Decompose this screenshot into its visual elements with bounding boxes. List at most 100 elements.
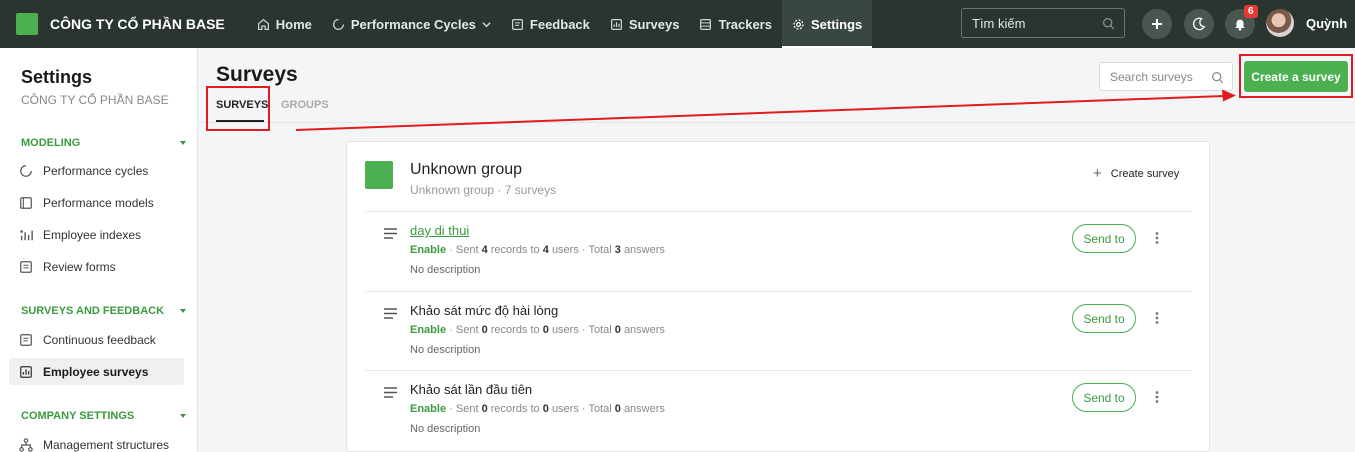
survey-sent-records: 4: [481, 244, 488, 256]
sidebar-section-company-settings[interactable]: COMPANY SETTINGS: [21, 410, 186, 422]
sidebar-item-performance-models[interactable]: Performance models: [9, 189, 184, 216]
caret-down-icon: [180, 309, 186, 313]
survey-sent-records: 0: [481, 324, 488, 336]
model-icon: [20, 196, 32, 209]
drag-handle-icon[interactable]: [384, 228, 397, 239]
settings-sidebar: Settings CÔNG TY CỔ PHẦN BASE MODELING P…: [0, 48, 198, 452]
cycle-icon: [332, 18, 345, 30]
search-surveys-placeholder: Search surveys: [1110, 69, 1193, 84]
user-name[interactable]: Quỳnh: [1306, 16, 1347, 31]
group-icon: [365, 161, 393, 189]
chart-icon: [610, 18, 622, 30]
sidebar-item-continuous-feedback[interactable]: Continuous feedback: [9, 326, 184, 353]
survey-row: Khảo sát mức độ hài lòng Enable · Sent 0…: [365, 291, 1192, 370]
more-options-icon[interactable]: [1155, 391, 1159, 403]
sidebar-section-modeling[interactable]: MODELING: [21, 137, 186, 149]
index-icon: [20, 229, 33, 240]
notification-badge: 6: [1244, 5, 1258, 18]
annotation-highlight-create-button: [1239, 54, 1353, 98]
plus-icon: +: [1093, 165, 1102, 182]
form-icon: [20, 260, 32, 273]
company-logo[interactable]: [16, 13, 38, 35]
nav-trackers-label: Trackers: [718, 16, 772, 32]
sidebar-item-label: Management structures: [43, 437, 170, 452]
nav-performance-cycles[interactable]: Performance Cycles: [322, 0, 501, 48]
search-icon: [1212, 72, 1224, 84]
chart-icon: [20, 365, 32, 378]
more-options-icon[interactable]: [1155, 312, 1159, 324]
sidebar-item-employee-indexes[interactable]: Employee indexes: [9, 221, 184, 248]
sidebar-item-label: Employee surveys: [43, 364, 149, 379]
sidebar-section-surveys-feedback[interactable]: SURVEYS AND FEEDBACK: [21, 305, 186, 317]
group-meta: Unknown group · 7 surveys: [410, 183, 557, 197]
sidebar-section-label: COMPANY SETTINGS: [21, 410, 135, 422]
sidebar-title: Settings: [21, 67, 93, 87]
survey-meta: Enable · Sent 0 records to 0 users · Tot…: [410, 324, 665, 336]
feedback-icon: [511, 18, 523, 30]
add-button[interactable]: [1142, 9, 1172, 39]
survey-users-count: 4: [542, 244, 549, 256]
caret-down-icon: [180, 141, 186, 145]
send-to-button[interactable]: Send to: [1072, 224, 1136, 253]
sidebar-item-performance-cycles[interactable]: Performance cycles: [9, 157, 184, 184]
drag-handle-icon[interactable]: [384, 387, 397, 398]
send-to-button[interactable]: Send to: [1072, 304, 1136, 333]
annotation-highlight-tab: [206, 86, 270, 131]
sidebar-item-review-forms[interactable]: Review forms: [9, 253, 184, 280]
cycle-icon: [20, 164, 33, 177]
nav-feedback[interactable]: Feedback: [501, 0, 600, 48]
survey-group-card: Unknown group Unknown group · 7 surveys …: [346, 141, 1210, 452]
survey-answers-count: 3: [614, 244, 621, 256]
avatar[interactable]: [1266, 9, 1294, 37]
nav-surveys-label: Surveys: [628, 16, 680, 32]
sidebar-item-label: Review forms: [43, 259, 116, 274]
nav-performance-cycles-label: Performance Cycles: [350, 16, 476, 32]
survey-answers-count: 0: [614, 403, 621, 415]
sidebar-item-label: Performance models: [43, 195, 154, 210]
dark-mode-toggle[interactable]: [1184, 9, 1214, 39]
global-search-input[interactable]: Tìm kiếm: [961, 8, 1125, 38]
survey-description: No description: [410, 264, 481, 276]
survey-status: Enable: [410, 403, 447, 415]
sidebar-item-management-structures[interactable]: Management structures: [9, 431, 184, 452]
page-title: Surveys: [216, 63, 298, 86]
survey-row: day di thui Enable · Sent 4 records to 4…: [365, 211, 1192, 290]
bell-icon: [1235, 19, 1245, 31]
company-name[interactable]: CÔNG TY CỔ PHẦN BASE: [50, 16, 225, 32]
survey-name-link[interactable]: day di thui: [410, 223, 469, 238]
nav-surveys[interactable]: Surveys: [600, 0, 690, 48]
survey-users-count: 0: [542, 403, 549, 415]
survey-meta: Enable · Sent 0 records to 0 users · Tot…: [410, 403, 665, 415]
more-options-icon[interactable]: [1155, 232, 1159, 244]
drag-handle-icon[interactable]: [384, 308, 397, 319]
survey-name[interactable]: Khảo sát lần đầu tiên: [410, 382, 532, 397]
nav-settings[interactable]: Settings: [781, 0, 873, 48]
sidebar-item-label: Performance cycles: [43, 163, 149, 178]
survey-sent-records: 0: [481, 403, 488, 415]
tab-groups[interactable]: GROUPS: [281, 99, 329, 111]
survey-status: Enable: [410, 324, 447, 336]
org-chart-icon: [19, 437, 33, 452]
sidebar-item-employee-surveys[interactable]: Employee surveys: [9, 358, 184, 385]
sidebar-subtitle: CÔNG TY CỔ PHẦN BASE: [21, 93, 169, 107]
search-icon: [1103, 18, 1115, 30]
moon-icon: [1192, 17, 1206, 31]
survey-users-count: 0: [542, 324, 549, 336]
search-surveys-input[interactable]: Search surveys: [1099, 62, 1233, 91]
group-create-survey-label: Create survey: [1110, 167, 1180, 180]
sidebar-section-label: MODELING: [21, 137, 81, 149]
nav-home[interactable]: Home: [247, 0, 322, 48]
plus-icon: [1152, 19, 1162, 29]
chevron-down-icon: [482, 21, 491, 27]
survey-row: Khảo sát lần đầu tiên Enable · Sent 0 re…: [365, 370, 1192, 449]
nav-settings-label: Settings: [810, 16, 863, 32]
group-name: Unknown group: [410, 161, 523, 178]
group-create-survey-button[interactable]: + Create survey: [1093, 166, 1179, 181]
nav-trackers[interactable]: Trackers: [689, 0, 782, 48]
feedback-icon: [20, 333, 32, 346]
survey-name[interactable]: Khảo sát mức độ hài lòng: [410, 303, 558, 318]
main-nav: Home Performance Cycles Feedback Surveys…: [247, 0, 873, 48]
survey-answers-count: 0: [614, 324, 621, 336]
send-to-button[interactable]: Send to: [1072, 383, 1136, 412]
survey-status: Enable: [410, 244, 447, 256]
